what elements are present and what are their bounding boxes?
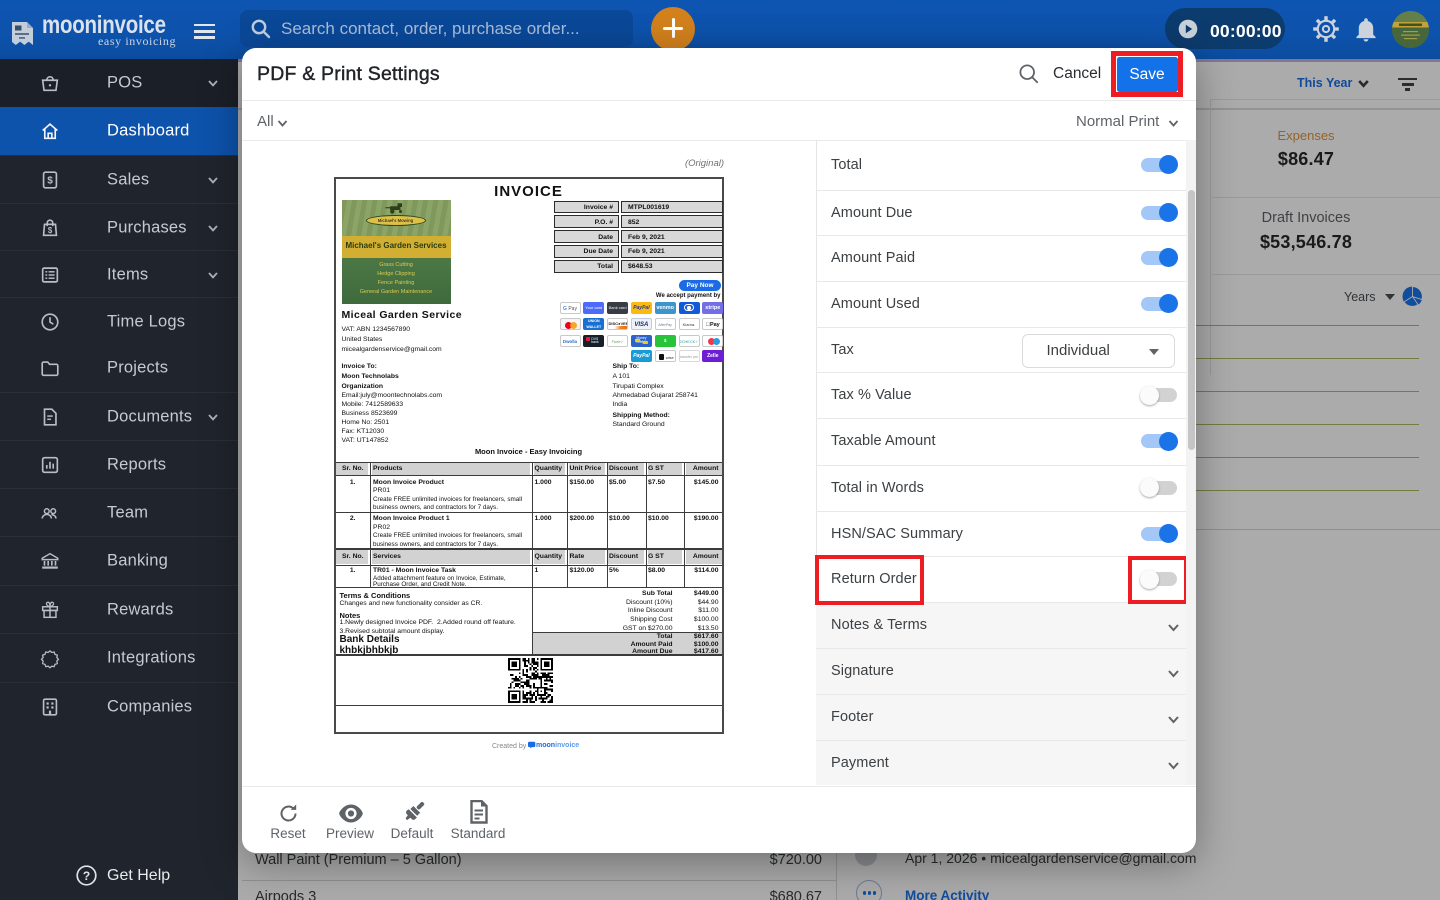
svg-text:$: $ — [47, 175, 53, 186]
svg-text:?: ? — [83, 869, 90, 883]
svg-text:$: $ — [48, 226, 53, 235]
